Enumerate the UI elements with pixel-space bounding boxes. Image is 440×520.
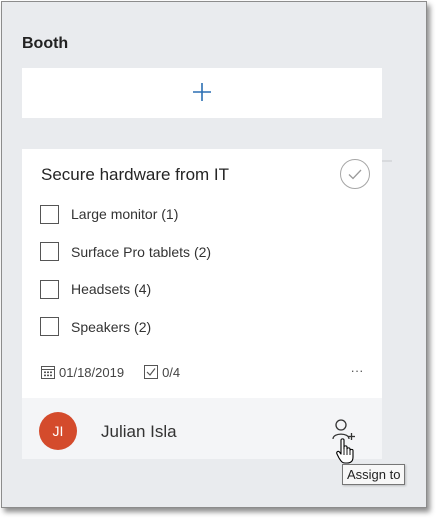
- checklist-item-label: Surface Pro tablets (2): [71, 243, 212, 260]
- checklist-item[interactable]: Headsets (4): [40, 279, 211, 299]
- avatar: JI: [39, 412, 77, 450]
- checklist: Large monitor (1) Surface Pro tablets (2…: [40, 204, 211, 354]
- card-divider: [382, 160, 392, 162]
- hand-cursor-icon: [336, 438, 354, 464]
- add-task-button[interactable]: [22, 68, 382, 118]
- checklist-checkbox[interactable]: [40, 204, 59, 224]
- assignee-row: JI Julian Isla: [22, 398, 382, 459]
- bucket-panel: Booth Secure hardware from IT Large moni…: [1, 1, 427, 508]
- checklist-checkbox[interactable]: [40, 279, 59, 299]
- due-date: 01/18/2019: [59, 364, 125, 380]
- checklist-progress-count: 0/4: [162, 364, 181, 380]
- checklist-progress: 0/4: [144, 365, 180, 380]
- checklist-item[interactable]: Surface Pro tablets (2): [40, 242, 211, 262]
- assignee-name: Julian Isla: [101, 422, 177, 441]
- more-options-button[interactable]: ···: [347, 360, 367, 380]
- checklist-item-label: Large monitor (1): [71, 206, 179, 222]
- task-title[interactable]: Secure hardware from IT: [41, 165, 229, 185]
- calendar-icon: [41, 366, 55, 379]
- checklist-item-label: Speakers (2): [71, 318, 152, 335]
- mark-complete-button[interactable]: [340, 159, 370, 189]
- checklist-item[interactable]: Large monitor (1): [40, 204, 211, 224]
- checklist-item-label: Headsets (4): [71, 281, 152, 297]
- bucket-title: Booth: [22, 35, 69, 52]
- checklist-checkbox[interactable]: [40, 317, 59, 336]
- assign-to-tooltip: Assign to: [342, 464, 406, 485]
- plus-icon: [193, 83, 211, 101]
- checkmark-icon: [348, 169, 362, 179]
- checklist-icon: [144, 365, 159, 379]
- task-meta: 01/18/2019 0/4: [41, 364, 180, 380]
- checklist-checkbox[interactable]: [40, 242, 59, 261]
- checklist-item[interactable]: Speakers (2): [40, 317, 211, 337]
- task-card[interactable]: Secure hardware from IT Large monitor (1…: [22, 149, 382, 459]
